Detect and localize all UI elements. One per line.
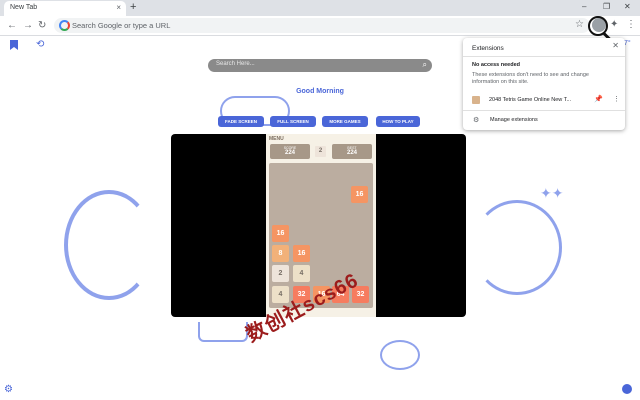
minimize-icon[interactable]: – <box>582 2 586 12</box>
game-overlay-left <box>171 134 267 317</box>
popup-close-icon[interactable]: ✕ <box>612 41 619 50</box>
omnibox[interactable]: Search Google or type a URL ☆ <box>54 18 590 33</box>
omnibox-placeholder: Search Google or type a URL <box>72 21 171 30</box>
score-box: SCORE 224 <box>270 144 310 159</box>
search-input[interactable]: Search Here... ⌕ <box>208 59 432 72</box>
extensions-puzzle-icon[interactable]: ✦ <box>610 19 618 30</box>
more-games-label: MORE GAMES <box>329 119 361 124</box>
google-icon <box>59 20 70 31</box>
tab-title: New Tab <box>10 4 38 11</box>
extensions-popup: Extensions ✕ No access needed These exte… <box>463 38 625 130</box>
weather-temp: 7° <box>624 40 631 47</box>
info-icon[interactable] <box>622 384 632 394</box>
new-tab-button[interactable]: + <box>130 1 136 14</box>
pin-icon[interactable]: 📌 <box>594 95 603 103</box>
fade-screen-button[interactable]: FADE SCREEN <box>218 116 264 127</box>
forward-icon[interactable]: → <box>23 19 33 32</box>
tab-strip: New Tab × + – ❐ ✕ <box>0 0 640 16</box>
maximize-icon[interactable]: ❐ <box>603 2 610 12</box>
back-icon[interactable]: ← <box>7 19 17 32</box>
board-tile: 16 <box>272 225 289 242</box>
more-games-button[interactable]: MORE GAMES <box>322 116 368 127</box>
extension-name[interactable]: 2048 Tetris Game Online New T... <box>489 97 571 103</box>
board-tile: 4 <box>293 265 310 282</box>
game-menu-button[interactable]: MENU <box>269 136 284 142</box>
bookmark-star-icon[interactable]: ☆ <box>575 19 584 30</box>
board-tile: 8 <box>272 245 289 262</box>
board-tile: 16 <box>293 245 310 262</box>
window-close-icon[interactable]: ✕ <box>624 2 631 12</box>
moon-doodle-icon <box>64 190 154 300</box>
how-to-play-button[interactable]: HOW TO PLAY <box>376 116 420 127</box>
best-value: 224 <box>346 150 357 156</box>
fade-screen-label: FADE SCREEN <box>224 119 257 124</box>
stars-doodle-icon: ✦✦ <box>540 185 564 201</box>
score-value: 224 <box>284 150 295 156</box>
spiral-doodle-icon <box>380 340 420 370</box>
tab-close-icon[interactable]: × <box>116 3 121 13</box>
popup-description: These extensions don't need to see and c… <box>472 72 589 85</box>
best-box: BEST 224 <box>332 144 372 159</box>
extension-icon <box>472 96 480 104</box>
manage-gear-icon: ⚙ <box>473 117 480 124</box>
search-placeholder: Search Here... <box>216 61 255 67</box>
full-screen-label: FULL SCREEN <box>277 119 309 124</box>
board-tile: 2 <box>272 265 289 282</box>
chrome-menu-icon[interactable]: ⋮ <box>626 19 636 30</box>
full-screen-button[interactable]: FULL SCREEN <box>270 116 316 127</box>
popup-title: Extensions <box>472 45 504 52</box>
tab-new-tab[interactable]: New Tab × <box>4 1 126 16</box>
reload-icon[interactable]: ↻ <box>38 19 46 32</box>
crown-doodle-icon <box>198 322 248 342</box>
next-tile: 2 <box>315 146 326 157</box>
popup-divider <box>463 56 625 57</box>
popup-divider <box>463 110 625 111</box>
how-to-play-label: HOW TO PLAY <box>382 119 414 124</box>
manage-extensions-link[interactable]: Manage extensions <box>490 117 538 123</box>
popup-subtitle: No access needed <box>472 62 520 68</box>
extension-more-icon[interactable]: ⋮ <box>613 95 620 103</box>
settings-gear-icon[interactable]: ⚙ <box>4 384 13 395</box>
browser-toolbar: ← → ↻ Search Google or type a URL ☆ <box>0 16 640 36</box>
game-overlay-right <box>376 134 466 317</box>
board-tile: 16 <box>351 186 368 203</box>
history-icon[interactable]: ⟲ <box>36 39 44 50</box>
bookmark-icon[interactable] <box>10 40 18 50</box>
search-icon[interactable]: ⌕ <box>423 60 427 70</box>
